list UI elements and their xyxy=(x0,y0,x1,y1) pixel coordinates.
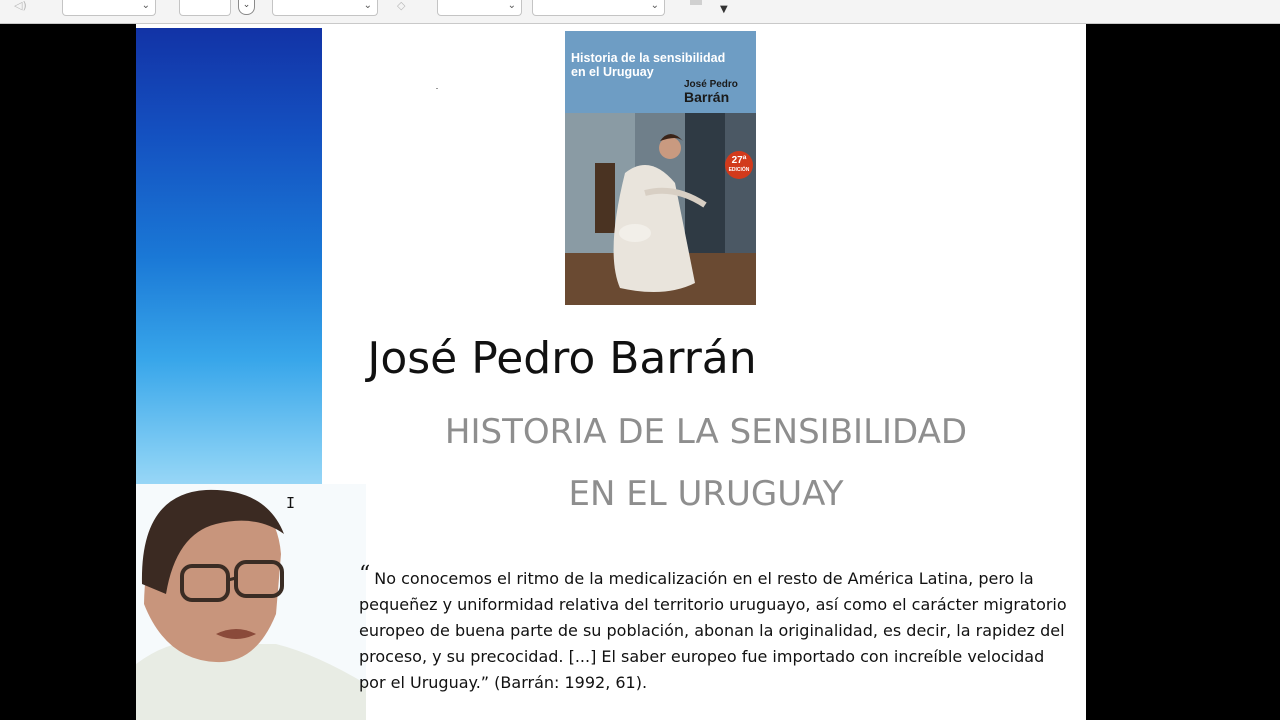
chevron-down-icon: ⌄ xyxy=(650,0,659,11)
zoom-select[interactable]: ⌄ xyxy=(272,0,378,16)
book-cover-image: Historia de la sensibilidad en el Urugua… xyxy=(565,31,756,305)
slide-speck xyxy=(436,88,438,89)
presenter-webcam-image xyxy=(136,484,366,720)
overflow-arrow-icon[interactable]: ▼ xyxy=(720,5,728,15)
app-toolbar: ◁) ⌄ ⌄ ⌄ ◇ ⌄ ⌄ ▼ xyxy=(0,0,1280,24)
edition-number: 27ª xyxy=(731,155,747,166)
chevron-down-icon: ⌄ xyxy=(507,0,516,11)
book-cover-author-last: Barrán xyxy=(684,89,730,105)
dropdown-round-icon[interactable]: ⌄ xyxy=(238,0,255,15)
book-cover-title-line1: Historia de la sensibilidad xyxy=(571,51,726,65)
style-select[interactable]: ⌄ xyxy=(437,0,522,16)
book-cover-title-line2: en el Uruguay xyxy=(571,65,654,79)
quote-mark: “ xyxy=(359,562,371,587)
page-number-field[interactable] xyxy=(179,0,231,16)
chevron-down-icon: ⌄ xyxy=(141,0,150,11)
presentation-slide: Historia de la sensibilidad en el Urugua… xyxy=(136,24,1086,720)
quote-text: No conocemos el ritmo de la medicalizaci… xyxy=(359,569,1067,692)
edition-badge: 27ª EDICIÓN xyxy=(725,151,753,179)
edition-label: EDICIÓN xyxy=(728,167,750,173)
slide-subtitle-line2: EN EL URUGUAY xyxy=(568,474,844,514)
pencil-icon[interactable]: ◇ xyxy=(397,0,405,14)
book-cover-author: José Pedro Barrán xyxy=(684,79,738,105)
chevron-down-icon: ⌄ xyxy=(363,0,372,11)
text-cursor-icon: I xyxy=(286,494,296,512)
toolbar-swatch[interactable] xyxy=(690,0,702,5)
slide-quote: “No conocemos el ritmo de la medicalizac… xyxy=(359,564,1069,696)
book-cover-painting xyxy=(565,113,756,305)
speaker-icon[interactable]: ◁) xyxy=(14,0,27,14)
slide-author-name: José Pedro Barrán xyxy=(367,333,757,384)
book-cover-title: Historia de la sensibilidad en el Urugua… xyxy=(571,51,756,79)
slide-subtitle-line1: HISTORIA DE LA SENSIBILIDAD xyxy=(444,412,968,452)
format-select[interactable]: ⌄ xyxy=(532,0,665,16)
font-size-select[interactable]: ⌄ xyxy=(62,0,156,16)
